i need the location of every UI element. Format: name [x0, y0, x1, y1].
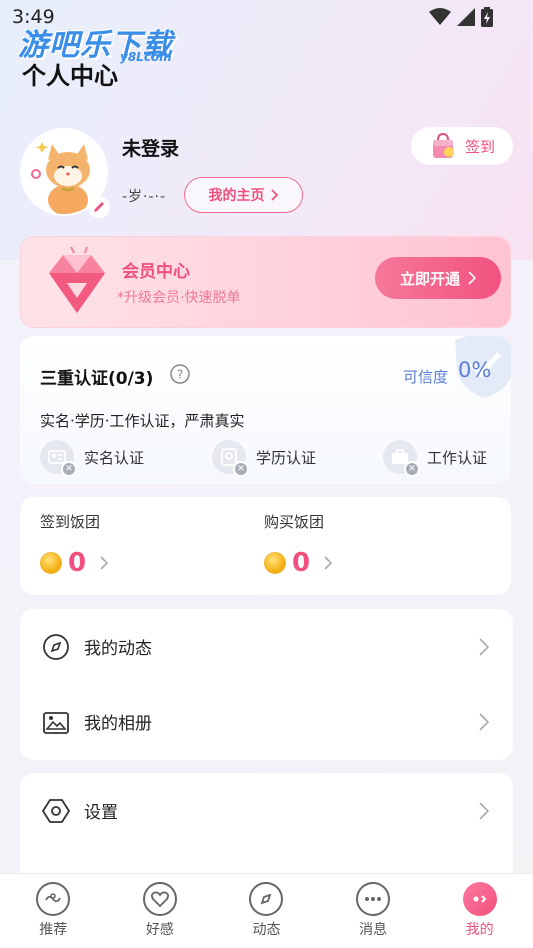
checkin-button[interactable]: 签到	[411, 127, 513, 165]
edit-avatar-button[interactable]	[88, 196, 110, 218]
tab-recommend[interactable]: 推荐	[0, 874, 107, 948]
profile-icon	[462, 882, 497, 916]
close-icon: ✕	[404, 461, 420, 477]
pencil-icon	[94, 202, 104, 212]
menu-item-label: 我的动态	[84, 639, 152, 659]
menu-group-primary: 我的动态 我的相册	[20, 609, 513, 760]
coin-icon	[40, 552, 62, 574]
my-homepage-button[interactable]: 我的主页	[184, 177, 303, 213]
coin-icon	[264, 552, 286, 574]
settings-icon	[42, 797, 70, 825]
page-title: 个人中心	[22, 62, 118, 90]
tab-favor[interactable]: 好感	[107, 874, 214, 948]
chevron-right-icon	[479, 637, 489, 656]
tab-label: 推荐	[39, 922, 68, 938]
tab-label: 动态	[252, 922, 281, 938]
vip-title: 会员中心	[122, 262, 190, 282]
close-icon: ✕	[61, 461, 77, 477]
watermark-sub-text: y8Lcom	[120, 50, 172, 64]
certification-title: 三重认证(0/3)	[40, 369, 154, 389]
menu-item-label: 设置	[84, 803, 118, 823]
signal-icon	[457, 8, 475, 26]
menu-item-my-posts[interactable]: 我的动态	[20, 609, 513, 684]
vip-center-card[interactable]: 会员中心 *升级会员·快速脱单 立即开通	[20, 236, 511, 328]
bottom-tab-bar: 推荐 好感 动态 消息 我的	[0, 873, 533, 948]
rice-ball-card: 签到饭团 0 购买饭团 0	[20, 497, 511, 595]
compass-icon	[42, 633, 70, 661]
id-card-icon: ✕	[40, 440, 77, 477]
education-certification-label: 学历认证	[256, 448, 317, 467]
menu-item-label: 我的相册	[84, 714, 152, 734]
work-certification[interactable]: ✕ 工作认证	[383, 440, 488, 477]
username[interactable]: 未登录	[122, 134, 179, 161]
tab-label: 我的	[465, 922, 494, 938]
purchased-rice-ball-label: 购买饭团	[264, 513, 325, 531]
gift-bag-icon	[432, 132, 454, 158]
photo-album-icon	[42, 708, 70, 736]
message-icon	[356, 882, 391, 916]
purchased-rice-ball-value: 0	[292, 548, 311, 578]
status-icons	[429, 7, 493, 27]
checkin-rice-ball-value: 0	[68, 548, 87, 578]
tab-label: 消息	[359, 922, 388, 938]
certification-description: 实名·学历·工作认证，严肃真实	[40, 412, 245, 430]
user-meta: -岁·-·-	[122, 189, 167, 205]
chevron-right-icon	[324, 556, 333, 570]
chevron-right-icon	[270, 189, 278, 201]
close-icon: ✕	[233, 461, 249, 477]
briefcase-icon: ✕	[383, 440, 420, 477]
credibility-value: 0%	[458, 358, 492, 382]
activate-vip-button[interactable]: 立即开通	[375, 257, 501, 299]
heart-icon	[142, 882, 177, 916]
tab-messages[interactable]: 消息	[320, 874, 427, 948]
recommend-icon	[36, 882, 71, 916]
real-name-certification[interactable]: ✕ 实名认证	[40, 440, 145, 477]
activate-vip-label: 立即开通	[399, 269, 460, 288]
battery-icon	[481, 7, 493, 27]
purchased-rice-ball[interactable]: 购买饭团 0	[264, 511, 333, 578]
credibility-label: 可信度	[403, 368, 449, 386]
tab-label: 好感	[145, 922, 174, 938]
certification-card[interactable]: 三重认证(0/3) ? 可信度 0% 实名·学历·工作认证，严肃真实 ✕ 实名认…	[20, 336, 511, 484]
education-icon: ✕	[212, 440, 249, 477]
chevron-right-icon	[479, 712, 489, 731]
chevron-right-icon	[468, 271, 476, 285]
chevron-right-icon	[100, 556, 109, 570]
wifi-icon	[429, 8, 451, 25]
chevron-right-icon	[479, 801, 489, 820]
menu-item-settings[interactable]: 设置	[20, 773, 513, 848]
real-name-certification-label: 实名认证	[84, 448, 145, 467]
diamond-icon	[49, 246, 105, 313]
checkin-rice-ball-label: 签到饭团	[40, 513, 101, 531]
tab-mine[interactable]: 我的	[426, 874, 533, 948]
vip-subtitle: *升级会员·快速脱单	[117, 290, 241, 306]
my-homepage-label: 我的主页	[208, 188, 265, 204]
menu-item-my-album[interactable]: 我的相册	[20, 684, 513, 759]
menu-group-secondary: 设置	[20, 773, 513, 883]
compass-icon	[249, 882, 284, 916]
education-certification[interactable]: ✕ 学历认证	[212, 440, 317, 477]
checkin-rice-ball[interactable]: 签到饭团 0	[40, 511, 109, 578]
work-certification-label: 工作认证	[427, 448, 488, 467]
svg-text:?: ?	[177, 368, 183, 382]
help-icon[interactable]: ?	[170, 364, 190, 384]
tab-moments[interactable]: 动态	[213, 874, 320, 948]
checkin-label: 签到	[464, 137, 495, 156]
